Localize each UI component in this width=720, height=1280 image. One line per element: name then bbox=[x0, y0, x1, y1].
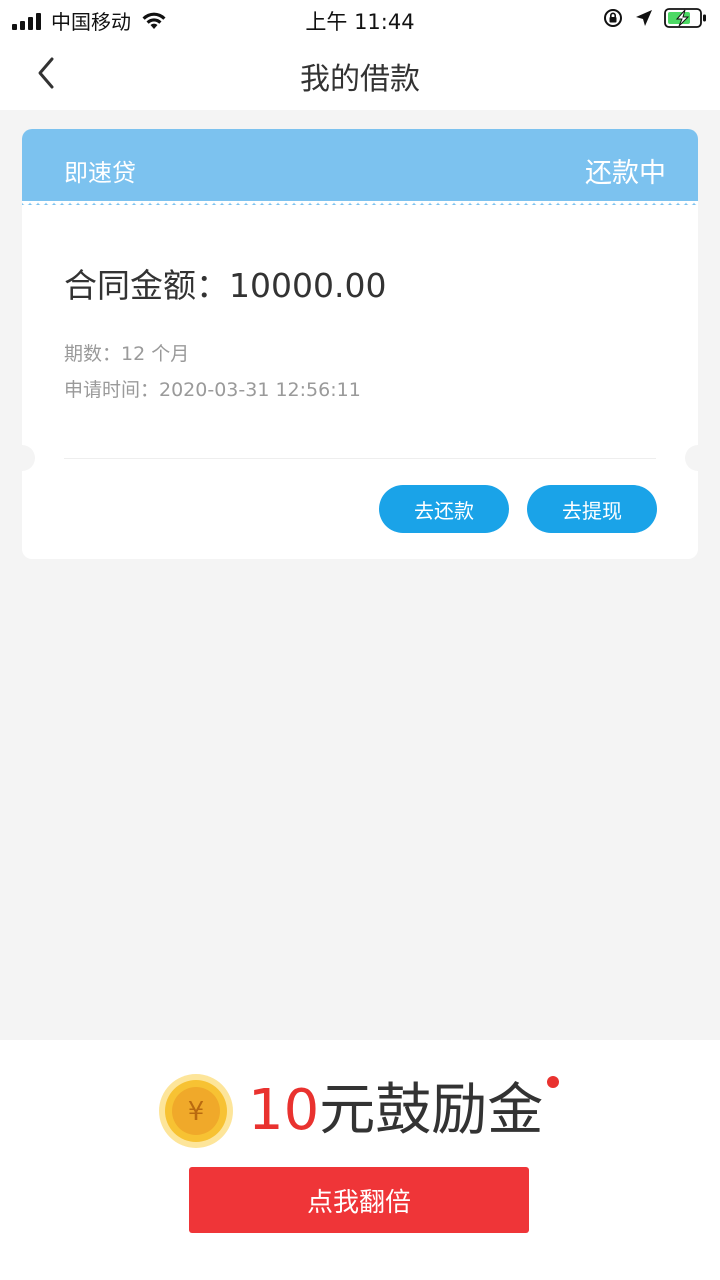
nav-bar: 我的借款 bbox=[0, 36, 720, 110]
page-title: 我的借款 bbox=[300, 62, 420, 97]
card-divider bbox=[64, 458, 656, 459]
apply-time: 申请时间：2020-03-31 12:56:11 bbox=[64, 379, 361, 401]
rotation-lock-icon bbox=[604, 9, 622, 27]
loan-card-header: 即速贷 还款中 bbox=[22, 129, 698, 209]
promo-headline: 10元鼓励金 bbox=[248, 1076, 543, 1146]
scallop-edge bbox=[22, 201, 698, 209]
coin-symbol: ¥ bbox=[188, 1097, 205, 1127]
double-bonus-button[interactable]: 点我翻倍 bbox=[189, 1167, 529, 1233]
contract-amount: 合同金额：10000.00 bbox=[64, 266, 387, 305]
loan-status-label: 还款中 bbox=[585, 158, 666, 189]
status-right bbox=[602, 7, 708, 29]
promo-amount: 10 bbox=[248, 1078, 320, 1143]
ticket-notch-right bbox=[685, 445, 698, 471]
product-name: 即速贷 bbox=[64, 159, 136, 187]
promo-panel: ¥ 10元鼓励金 点我翻倍 bbox=[0, 1040, 720, 1280]
loan-term: 期数：12 个月 bbox=[64, 343, 190, 365]
status-bar: 中国移动 上午 11:44 bbox=[0, 0, 720, 36]
repay-button[interactable]: 去还款 bbox=[379, 485, 509, 533]
notification-dot bbox=[547, 1076, 559, 1088]
promo-label: 元鼓励金 bbox=[319, 1078, 544, 1143]
ticket-notch-left bbox=[22, 445, 35, 471]
withdraw-button[interactable]: 去提现 bbox=[527, 485, 657, 533]
battery-icon bbox=[664, 8, 706, 28]
coin-icon: ¥ bbox=[159, 1074, 233, 1148]
location-arrow-icon bbox=[636, 10, 652, 26]
loan-card: 即速贷 还款中 合同金额：10000.00 期数：12 个月 申请时间：2020… bbox=[22, 129, 698, 559]
